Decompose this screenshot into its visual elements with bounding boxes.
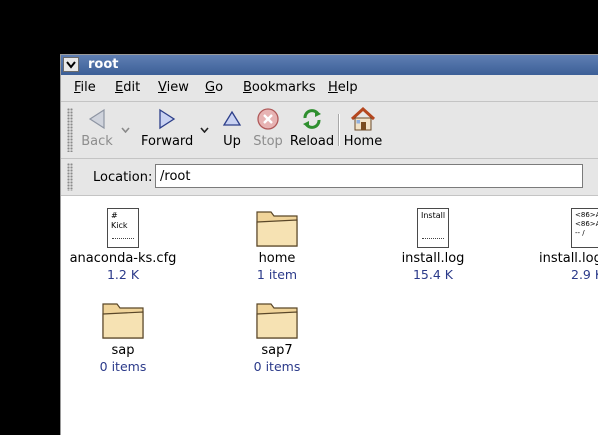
menu-bookmarks[interactable]: Bookmarks	[243, 80, 316, 95]
file-info: 0 items	[253, 359, 301, 374]
menu-edit[interactable]: Edit	[115, 80, 140, 95]
back-history-dropdown[interactable]	[121, 122, 130, 137]
file-info: 2.9 K	[571, 267, 598, 282]
up-arrow-icon	[222, 110, 242, 126]
window-title: root	[88, 57, 119, 72]
file-install-log[interactable]: Install install.log 15.4 K	[378, 202, 488, 282]
back-arrow-icon	[88, 108, 105, 130]
file-info: 1.2 K	[106, 267, 140, 282]
location-input[interactable]	[155, 164, 583, 188]
file-name: home	[258, 251, 296, 266]
menu-file[interactable]: File	[74, 80, 96, 95]
toolbar-grip[interactable]	[67, 108, 73, 152]
title-bar[interactable]: root	[61, 55, 598, 75]
forward-history-dropdown[interactable]	[200, 122, 209, 137]
menu-bar: File Edit View Go Bookmarks Help	[61, 76, 598, 102]
forward-arrow-icon	[159, 108, 176, 130]
window-menu-button[interactable]	[63, 57, 79, 72]
location-grip[interactable]	[67, 163, 73, 191]
folder-icon	[102, 303, 144, 339]
text-file-icon: # Kick	[107, 208, 139, 248]
reload-icon	[303, 109, 321, 129]
folder-home[interactable]: home 1 item	[222, 202, 332, 282]
folder-sap7[interactable]: sap7 0 items	[222, 294, 332, 374]
text-file-icon: Install	[417, 208, 449, 248]
location-bar: Location:	[61, 159, 598, 196]
forward-button[interactable]: Forward	[141, 106, 193, 154]
reload-button[interactable]: Reload	[287, 106, 337, 154]
file-info: 15.4 K	[412, 267, 453, 282]
file-name: sap	[111, 343, 135, 358]
folder-sap[interactable]: sap 0 items	[68, 294, 178, 374]
location-label: Location:	[93, 170, 153, 185]
folder-icon	[256, 303, 298, 339]
menu-view[interactable]: View	[158, 80, 189, 95]
toolbar: Back Forward Up Stop Reload Home	[61, 102, 598, 159]
file-name: anaconda-ks.cfg	[69, 251, 177, 266]
file-name: install.log.	[539, 251, 598, 266]
home-icon	[350, 106, 376, 131]
home-button[interactable]: Home	[343, 106, 383, 154]
text-file-icon: <86>A <86>A -- /	[571, 208, 598, 248]
file-info: 1 item	[256, 267, 298, 282]
file-view[interactable]: # Kick anaconda-ks.cfg 1.2 K home 1 item…	[61, 196, 598, 435]
stop-button[interactable]: Stop	[251, 106, 285, 154]
menu-help[interactable]: Help	[328, 80, 358, 95]
chevron-down-icon	[66, 60, 76, 69]
chevron-down-icon	[200, 127, 209, 134]
file-name: sap7	[261, 343, 293, 358]
menu-go[interactable]: Go	[205, 80, 223, 95]
file-install-log-syslog[interactable]: <86>A <86>A -- / install.log. 2.9 K	[533, 202, 598, 282]
up-button[interactable]: Up	[217, 106, 247, 154]
file-name: install.log	[401, 251, 465, 266]
back-button[interactable]: Back	[75, 106, 119, 154]
chevron-down-icon	[121, 127, 130, 134]
toolbar-separator	[338, 114, 340, 146]
file-manager-window: root File Edit View Go Bookmarks Help Ba…	[60, 54, 598, 435]
file-anaconda-ks-cfg[interactable]: # Kick anaconda-ks.cfg 1.2 K	[68, 202, 178, 282]
folder-icon	[256, 211, 298, 247]
file-info: 0 items	[99, 359, 147, 374]
stop-icon	[257, 108, 279, 130]
